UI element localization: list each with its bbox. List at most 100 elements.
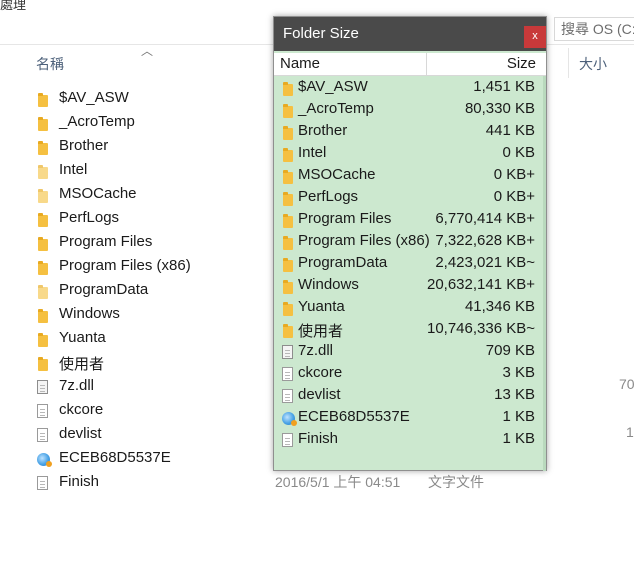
table-row[interactable]: Program Files 6,770,414 KB+ <box>274 208 546 230</box>
row-size: 709 KB <box>485 342 535 359</box>
folder-icon <box>281 167 295 184</box>
size-cell-7z: 70 <box>619 376 634 392</box>
list-item[interactable]: Finish <box>36 470 276 494</box>
file-icon <box>36 426 50 442</box>
list-item[interactable]: 使用者 <box>36 350 276 374</box>
row-size: 41,346 KB <box>464 298 535 315</box>
row-name: ECEB68D5537E <box>298 408 410 425</box>
toolbar-cut-text: 處理 <box>0 0 27 12</box>
column-header-size[interactable]: 大小 <box>579 54 607 74</box>
table-row[interactable]: Brother 441 KB <box>274 120 546 142</box>
row-size: 0 KB+ <box>493 188 535 205</box>
folder-size-window: Folder Size x Name Size $AV_ASW 1,451 KB _… <box>273 16 547 471</box>
folder-icon <box>281 123 295 140</box>
table-row[interactable]: Intel 0 KB <box>274 142 546 164</box>
list-item[interactable]: Yuanta <box>36 326 276 350</box>
file-name: Program Files (x86) <box>59 257 191 274</box>
row-size: 1 KB <box>502 430 535 447</box>
folder-icon <box>36 90 50 107</box>
row-size: 1 KB <box>502 408 535 425</box>
table-row[interactable]: _AcroTemp 80,330 KB <box>274 98 546 120</box>
list-item[interactable]: Program Files <box>36 230 276 254</box>
list-item[interactable]: devlist <box>36 422 276 446</box>
column-separator[interactable] <box>426 53 427 75</box>
date-cell-finish: 2016/5/1 上午 04:51 <box>275 474 401 490</box>
table-row[interactable]: ckcore 3 KB <box>274 362 546 384</box>
folder-icon <box>36 114 50 131</box>
folder-icon <box>281 255 295 272</box>
folder-icon <box>36 234 50 251</box>
table-row[interactable]: $AV_ASW 1,451 KB <box>274 76 546 98</box>
column-separator[interactable] <box>568 48 569 78</box>
dll-file-icon <box>281 343 295 359</box>
list-item[interactable]: Brother <box>36 134 276 158</box>
row-size: 6,770,414 KB+ <box>435 210 535 227</box>
globe-file-icon <box>36 450 52 467</box>
file-name: 7z.dll <box>59 377 95 394</box>
file-name: Windows <box>59 305 120 322</box>
row-name: MSOCache <box>298 166 376 183</box>
row-name: 7z.dll <box>298 342 334 359</box>
column-header-name[interactable]: 名稱 <box>36 54 64 74</box>
folder-icon <box>281 321 295 338</box>
table-row[interactable]: 使用者 10,746,336 KB~ <box>274 318 546 340</box>
row-name: 使用者 <box>298 323 344 340</box>
row-name: Yuanta <box>298 298 345 315</box>
folder-icon <box>281 277 295 294</box>
close-button[interactable]: x <box>524 26 546 48</box>
table-row[interactable]: Windows 20,632,141 KB+ <box>274 274 546 296</box>
list-item[interactable]: Program Files (x86) <box>36 254 276 278</box>
folder-size-titlebar[interactable]: Folder Size x <box>274 17 546 51</box>
column-header-name[interactable]: Name <box>280 55 320 72</box>
list-item[interactable]: Windows <box>36 302 276 326</box>
list-item[interactable]: MSOCache <box>36 182 276 206</box>
column-header-size[interactable]: Size <box>507 55 536 72</box>
folder-size-header: Name Size <box>274 53 546 76</box>
folder-icon <box>281 299 295 316</box>
table-row[interactable]: devlist 13 KB <box>274 384 546 406</box>
folder-size-title: Folder Size <box>283 25 359 42</box>
list-item[interactable]: $AV_ASW <box>36 86 276 110</box>
row-name: Brother <box>298 122 348 139</box>
file-icon <box>281 387 295 403</box>
list-item[interactable]: Intel <box>36 158 276 182</box>
table-row[interactable]: Finish 1 KB <box>274 428 546 450</box>
file-name: Yuanta <box>59 329 106 346</box>
row-name: $AV_ASW <box>298 78 368 95</box>
table-row[interactable]: Yuanta 41,346 KB <box>274 296 546 318</box>
file-icon <box>281 431 295 447</box>
file-name: $AV_ASW <box>59 89 129 106</box>
folder-icon <box>36 162 50 179</box>
list-item[interactable]: PerfLogs <box>36 206 276 230</box>
row-size: 0 KB <box>502 144 535 161</box>
file-name: ckcore <box>59 401 104 418</box>
list-item[interactable]: ProgramData <box>36 278 276 302</box>
folder-icon <box>281 101 295 118</box>
list-item[interactable]: _AcroTemp <box>36 110 276 134</box>
table-row[interactable]: PerfLogs 0 KB+ <box>274 186 546 208</box>
list-item[interactable]: ECEB68D5537E <box>36 446 276 470</box>
globe-file-icon <box>281 409 297 426</box>
explorer-toolbar-strip: 處理 <box>0 0 634 16</box>
table-row[interactable]: MSOCache 0 KB+ <box>274 164 546 186</box>
list-item[interactable]: ckcore <box>36 398 276 422</box>
row-name: Intel <box>298 144 327 161</box>
row-size: 1,451 KB <box>473 78 535 95</box>
table-row[interactable]: ProgramData 2,423,021 KB~ <box>274 252 546 274</box>
file-name: Program Files <box>59 233 153 250</box>
file-icon <box>36 474 50 490</box>
list-item[interactable]: 7z.dll <box>36 374 276 398</box>
table-row[interactable]: ECEB68D5537E 1 KB <box>274 406 546 428</box>
table-row[interactable]: Program Files (x86) 7,322,628 KB+ <box>274 230 546 252</box>
row-size: 13 KB <box>494 386 535 403</box>
row-name: _AcroTemp <box>298 100 374 117</box>
search-input[interactable]: 搜尋 OS (C:) <box>554 17 634 41</box>
folder-icon <box>36 306 50 323</box>
table-row[interactable]: 7z.dll 709 KB <box>274 340 546 362</box>
close-icon: x <box>532 30 538 42</box>
row-name: Program Files (x86) <box>298 232 430 249</box>
scrollbar[interactable] <box>543 76 546 471</box>
file-name: devlist <box>59 425 102 442</box>
file-icon <box>36 402 50 418</box>
folder-icon <box>36 282 50 299</box>
